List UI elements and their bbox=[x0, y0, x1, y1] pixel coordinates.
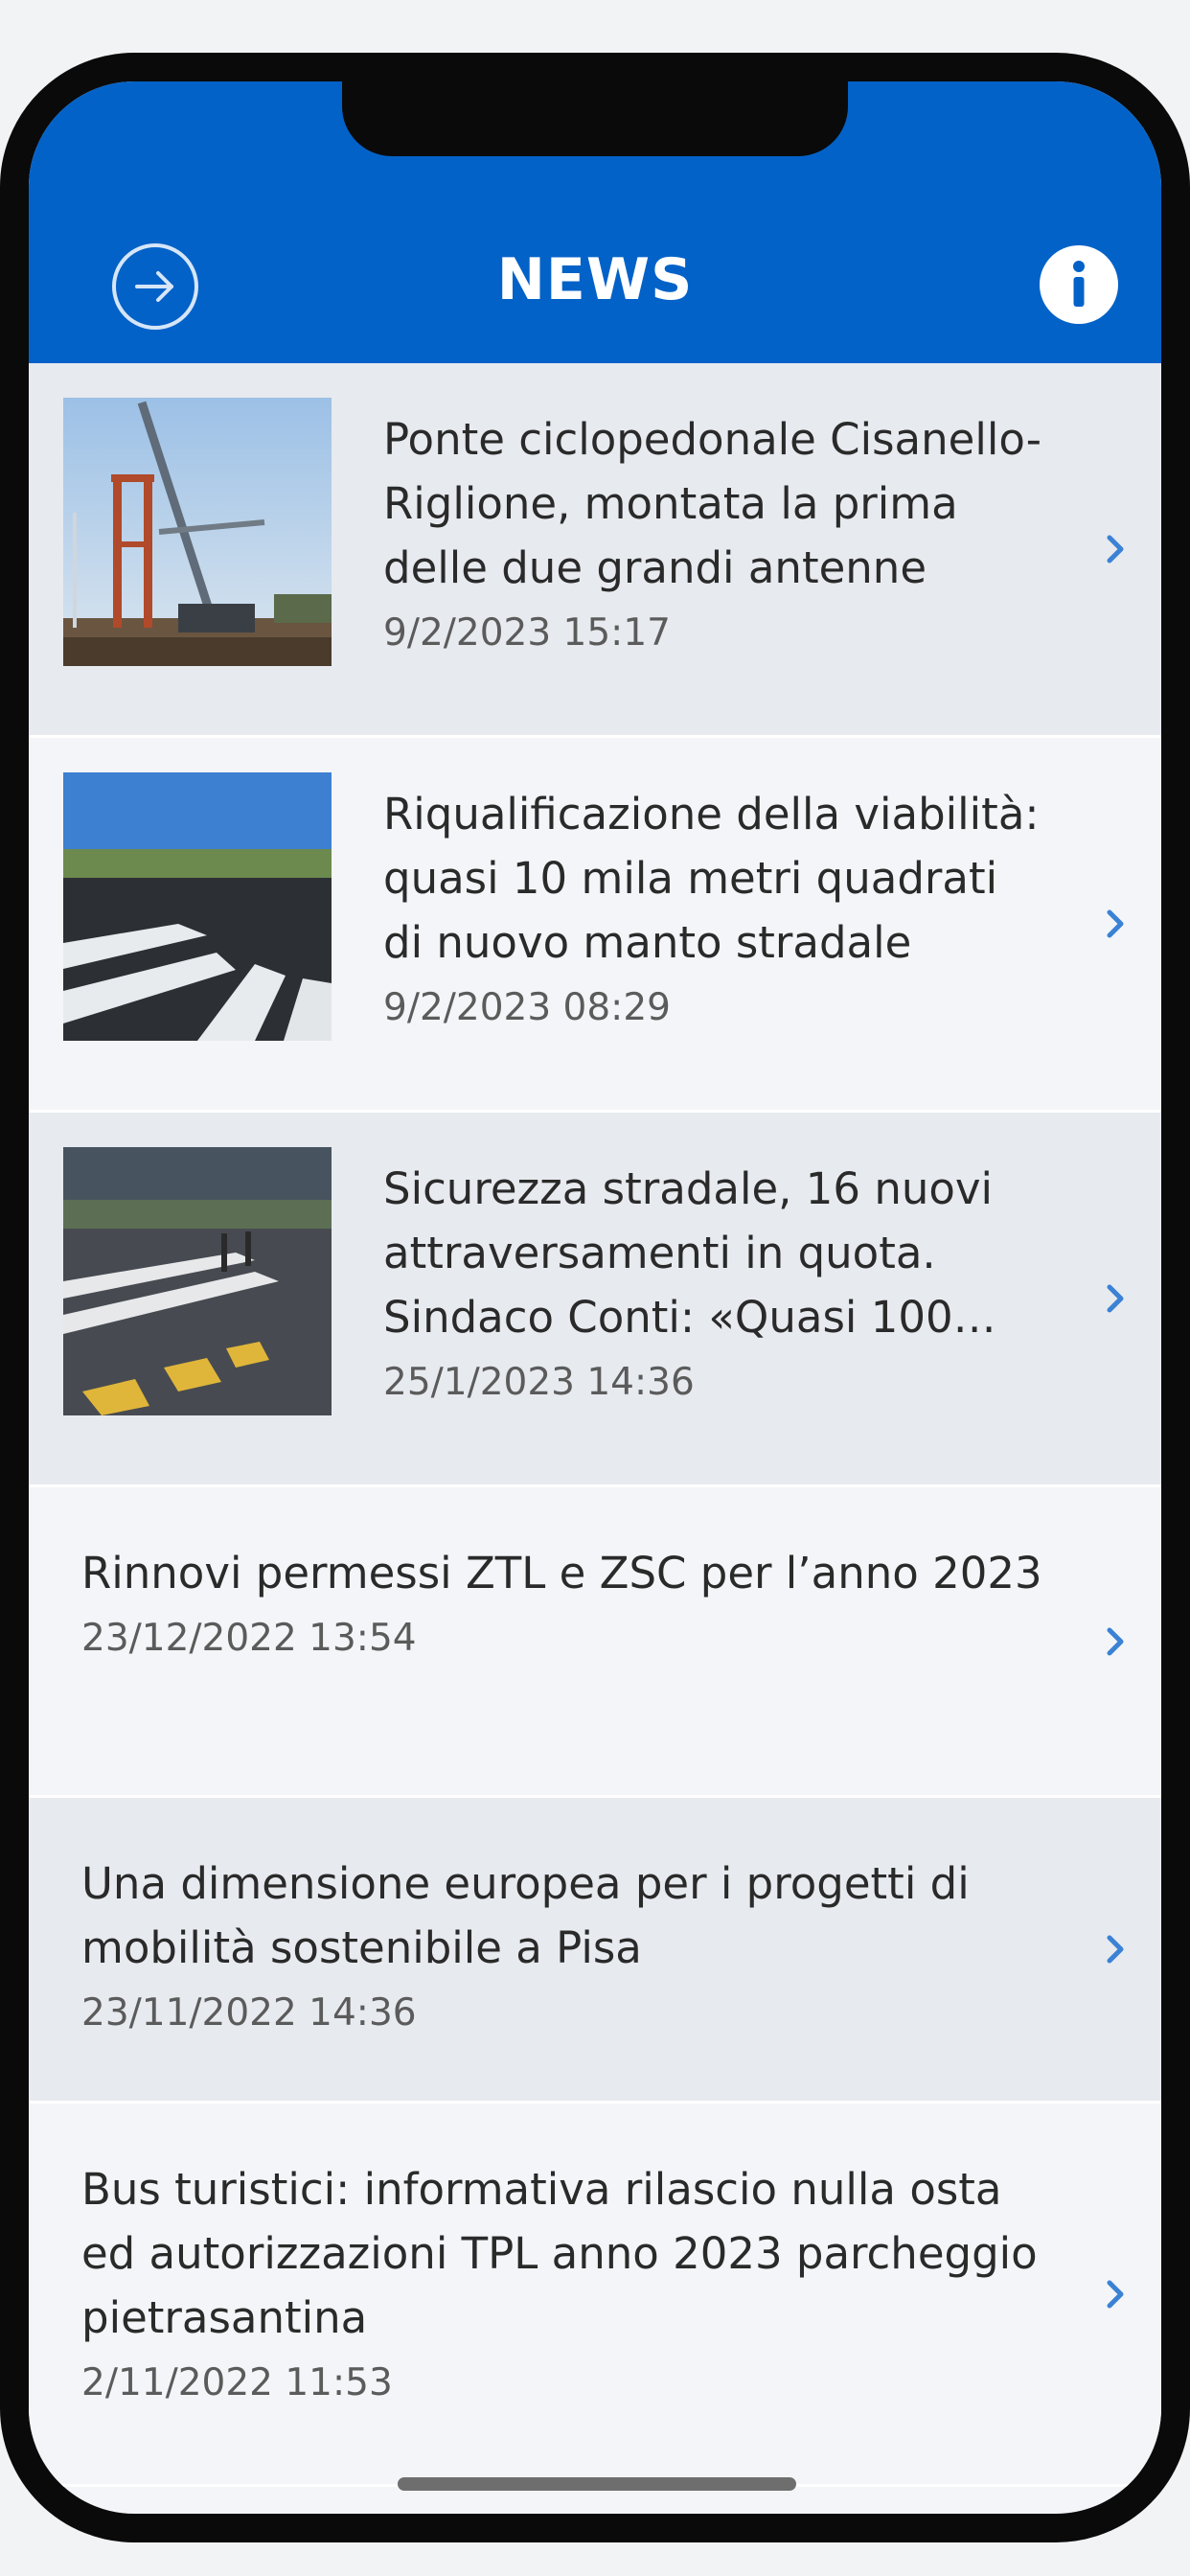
chevron-right-icon bbox=[1107, 2280, 1124, 2308]
news-title: Una dimensione europea per i progetti di… bbox=[81, 1858, 970, 1973]
news-item[interactable]: Riqualificazione della viabilità: quasi … bbox=[29, 738, 1161, 1113]
news-title: Sicurezza stradale, 16 nuovi attraversam… bbox=[383, 1163, 994, 1343]
news-date: 25/1/2023 14:36 bbox=[383, 1361, 695, 1404]
news-date: 23/11/2022 14:36 bbox=[81, 1991, 417, 2035]
news-list: Ponte ciclopedonale Cisanello-Riglione, … bbox=[29, 363, 1161, 2487]
chevron-right-icon bbox=[1107, 1935, 1124, 1964]
news-item[interactable]: Rinnovi permessi ZTL e ZSC per l’anno 20… bbox=[29, 1487, 1161, 1798]
news-thumbnail-road-crossing bbox=[63, 772, 332, 1041]
device-notch bbox=[342, 81, 848, 156]
news-title: Bus turistici: informativa rilascio null… bbox=[81, 2164, 1038, 2343]
news-thumbnail-bridge-crane bbox=[63, 398, 332, 666]
page-title: NEWS bbox=[496, 246, 694, 313]
news-date: 23/12/2022 13:54 bbox=[81, 1617, 417, 1660]
phone-frame: NEWS Ponte ciclopedonale Cisanello-Rigli… bbox=[0, 53, 1190, 2542]
news-title: Riqualificazione della viabilità: quasi … bbox=[383, 789, 1040, 968]
chevron-right-icon bbox=[1107, 1627, 1124, 1655]
news-item[interactable]: Ponte ciclopedonale Cisanello-Riglione, … bbox=[29, 363, 1161, 738]
home-indicator[interactable] bbox=[398, 2477, 796, 2491]
info-icon bbox=[1073, 261, 1085, 307]
news-date: 9/2/2023 08:29 bbox=[383, 986, 671, 1029]
chevron-right-icon bbox=[1107, 535, 1124, 564]
chevron-right-icon bbox=[1107, 1284, 1124, 1313]
news-item[interactable]: Bus turistici: informativa rilascio null… bbox=[29, 2104, 1161, 2487]
news-thumbnail-raised-crossing bbox=[63, 1147, 332, 1415]
info-button[interactable] bbox=[1040, 245, 1118, 324]
news-date: 9/2/2023 15:17 bbox=[383, 611, 671, 655]
news-title: Ponte ciclopedonale Cisanello-Riglione, … bbox=[383, 414, 1041, 593]
news-date: 2/11/2022 11:53 bbox=[81, 2361, 393, 2404]
news-item[interactable]: Sicurezza stradale, 16 nuovi attraversam… bbox=[29, 1113, 1161, 1487]
news-item[interactable]: Una dimensione europea per i progetti di… bbox=[29, 1798, 1161, 2104]
chevron-right-icon bbox=[1107, 909, 1124, 938]
news-title: Rinnovi permessi ZTL e ZSC per l’anno 20… bbox=[81, 1548, 1042, 1598]
